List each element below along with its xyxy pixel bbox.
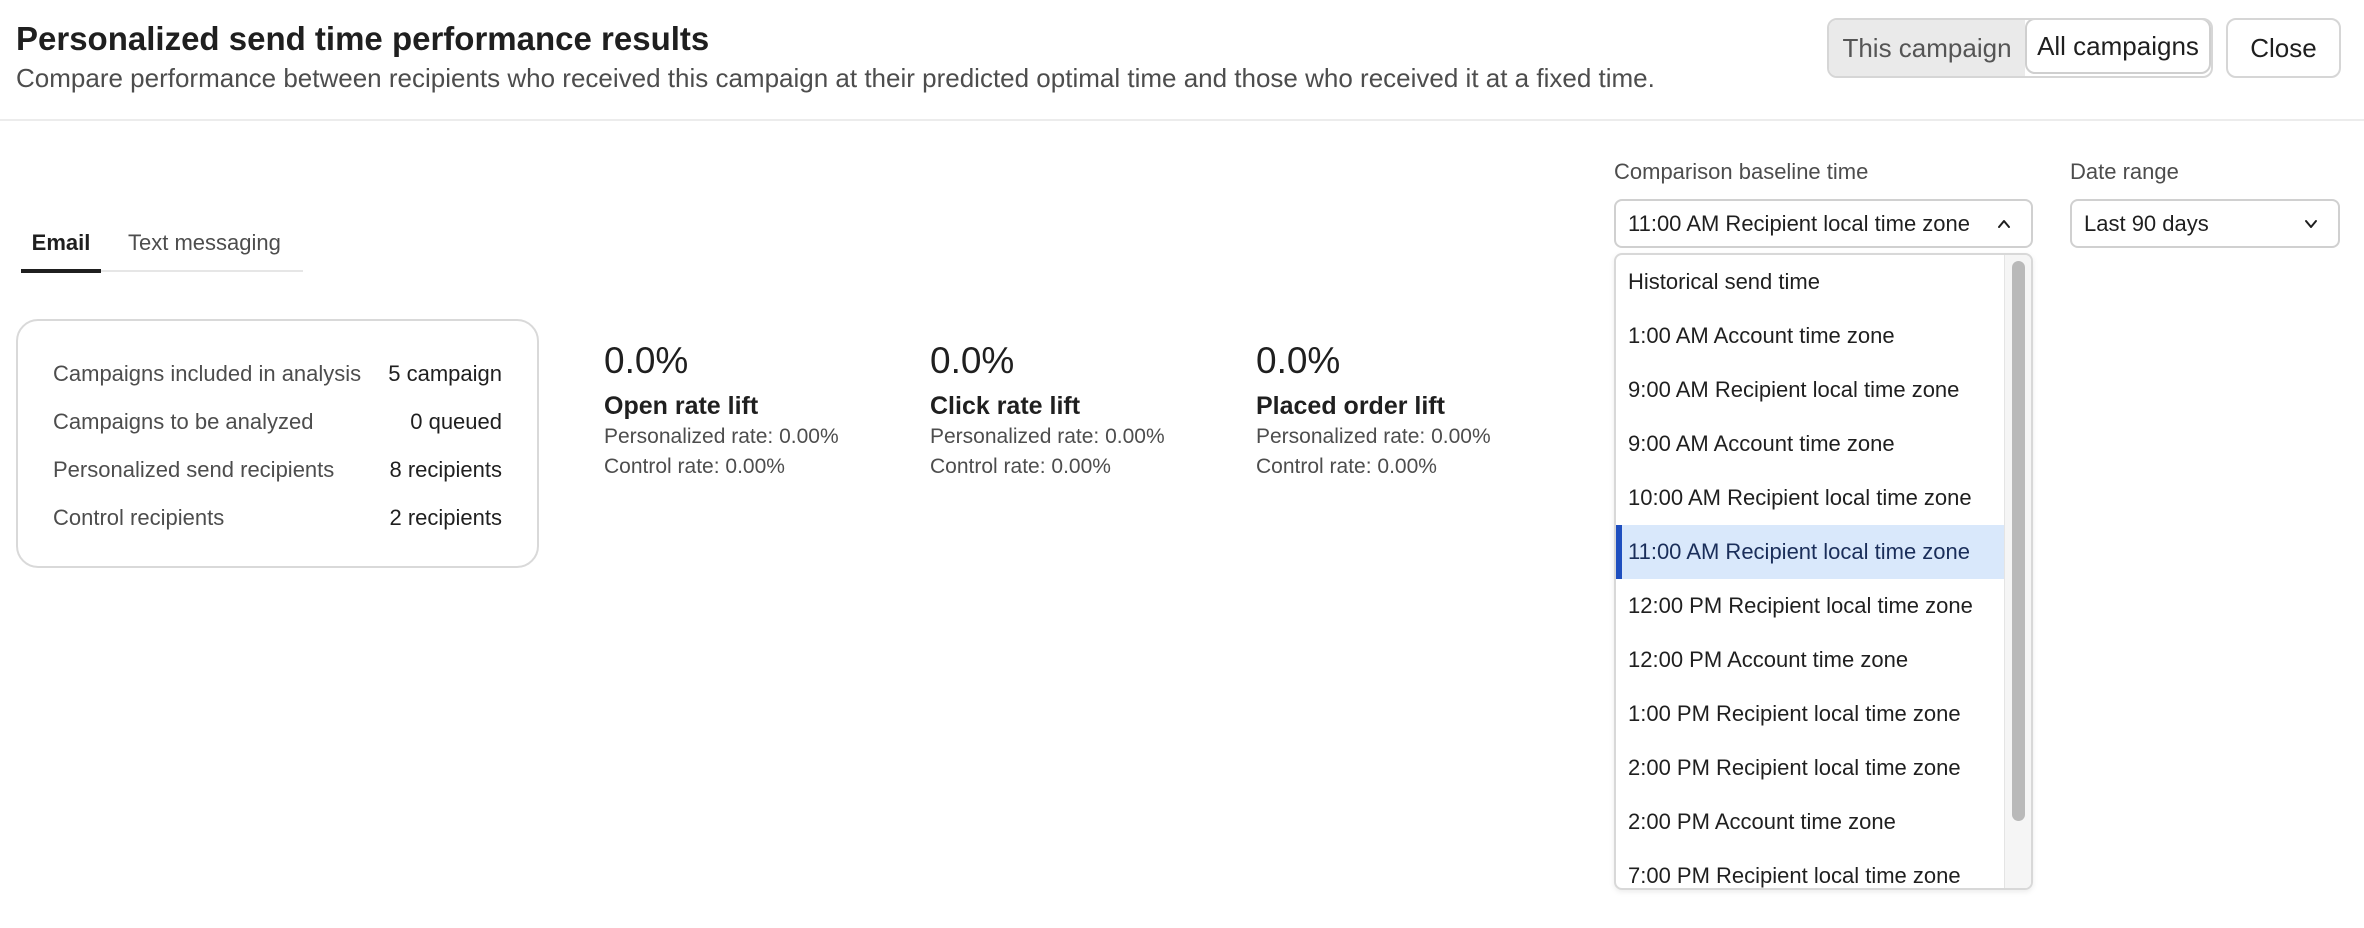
summary-label: Campaigns to be analyzed <box>53 409 314 434</box>
open-rate-metric: 0.0% Open rate lift Personalized rate: 0… <box>604 338 904 482</box>
this-campaign-button[interactable]: This campaign <box>1829 20 2025 76</box>
date-range-label: Date range <box>2070 159 2179 184</box>
summary-row: Campaigns to be analyzed 0 queued <box>53 407 502 437</box>
chevron-down-icon <box>2305 220 2317 228</box>
tab-email[interactable]: Email <box>21 220 101 273</box>
page-subtitle: Compare performance between recipients w… <box>16 63 1655 93</box>
channel-tabs: Email Text messaging <box>21 220 303 273</box>
baseline-option[interactable]: 10:00 AM Recipient local time zone <box>1616 471 2004 525</box>
summary-value: 8 recipients <box>389 457 502 482</box>
personalized-rate: Personalized rate: 0.00% <box>604 425 839 448</box>
personalized-rate: Personalized rate: 0.00% <box>930 425 1165 448</box>
summary-label: Personalized send recipients <box>53 457 335 482</box>
summary-value: 0 queued <box>410 409 502 434</box>
all-campaigns-button[interactable]: All campaigns <box>2025 20 2211 74</box>
metric-value: 0.0% <box>930 340 1015 381</box>
baseline-select-value: 11:00 AM Recipient local time zone <box>1628 210 1970 236</box>
metric-name: Placed order lift <box>1256 392 1445 420</box>
campaign-scope-toggle: This campaign All campaigns <box>1827 18 2213 78</box>
baseline-option[interactable]: 2:00 PM Recipient local time zone <box>1616 741 2004 795</box>
personalized-rate: Personalized rate: 0.00% <box>1256 425 1491 448</box>
placed-order-metric: 0.0% Placed order lift Personalized rate… <box>1256 338 1556 482</box>
baseline-options-dropdown: Historical send time 1:00 AM Account tim… <box>1614 253 2033 890</box>
baseline-option-selected[interactable]: 11:00 AM Recipient local time zone <box>1616 525 2004 579</box>
analysis-summary-card: Campaigns included in analysis 5 campaig… <box>16 319 539 568</box>
baseline-option[interactable]: 12:00 PM Account time zone <box>1616 633 2004 687</box>
summary-value: 2 recipients <box>389 505 502 530</box>
metric-name: Open rate lift <box>604 392 759 420</box>
baseline-option[interactable]: 9:00 AM Account time zone <box>1616 417 2004 471</box>
scrollbar-thumb[interactable] <box>2012 261 2025 821</box>
summary-row: Campaigns included in analysis 5 campaig… <box>53 359 502 389</box>
tab-text-messaging[interactable]: Text messaging <box>128 220 281 272</box>
date-range-select-value: Last 90 days <box>2084 210 2209 236</box>
baseline-option[interactable]: 1:00 PM Recipient local time zone <box>1616 687 2004 741</box>
summary-value: 5 campaign <box>388 361 502 386</box>
summary-label: Control recipients <box>53 505 225 530</box>
control-rate: Control rate: 0.00% <box>930 455 1111 478</box>
baseline-option[interactable]: 9:00 AM Recipient local time zone <box>1616 363 2004 417</box>
baseline-option[interactable]: 12:00 PM Recipient local time zone <box>1616 579 2004 633</box>
baseline-option[interactable]: 2:00 PM Account time zone <box>1616 795 2004 849</box>
control-rate: Control rate: 0.00% <box>1256 455 1437 478</box>
summary-row: Control recipients 2 recipients <box>53 503 502 533</box>
page-title: Personalized send time performance resul… <box>16 20 710 57</box>
control-rate: Control rate: 0.00% <box>604 455 785 478</box>
metric-value: 0.0% <box>604 340 689 381</box>
close-button[interactable]: Close <box>2226 18 2341 78</box>
baseline-option[interactable]: 1:00 AM Account time zone <box>1616 309 2004 363</box>
baseline-options-list: Historical send time 1:00 AM Account tim… <box>1616 255 2004 888</box>
baseline-select[interactable]: 11:00 AM Recipient local time zone <box>1614 199 2033 248</box>
baseline-label: Comparison baseline time <box>1614 159 1869 184</box>
page-header: Personalized send time performance resul… <box>0 0 2364 121</box>
dropdown-scrollbar[interactable] <box>2004 255 2031 888</box>
baseline-option[interactable]: Historical send time <box>1616 255 2004 309</box>
summary-label: Campaigns included in analysis <box>53 361 362 386</box>
metric-name: Click rate lift <box>930 392 1081 420</box>
date-range-select[interactable]: Last 90 days <box>2070 199 2340 248</box>
click-rate-metric: 0.0% Click rate lift Personalized rate: … <box>930 338 1230 482</box>
metric-value: 0.0% <box>1256 340 1341 381</box>
chevron-up-icon <box>1998 220 2010 228</box>
baseline-option[interactable]: 7:00 PM Recipient local time zone <box>1616 849 2004 888</box>
summary-row: Personalized send recipients 8 recipient… <box>53 455 502 485</box>
